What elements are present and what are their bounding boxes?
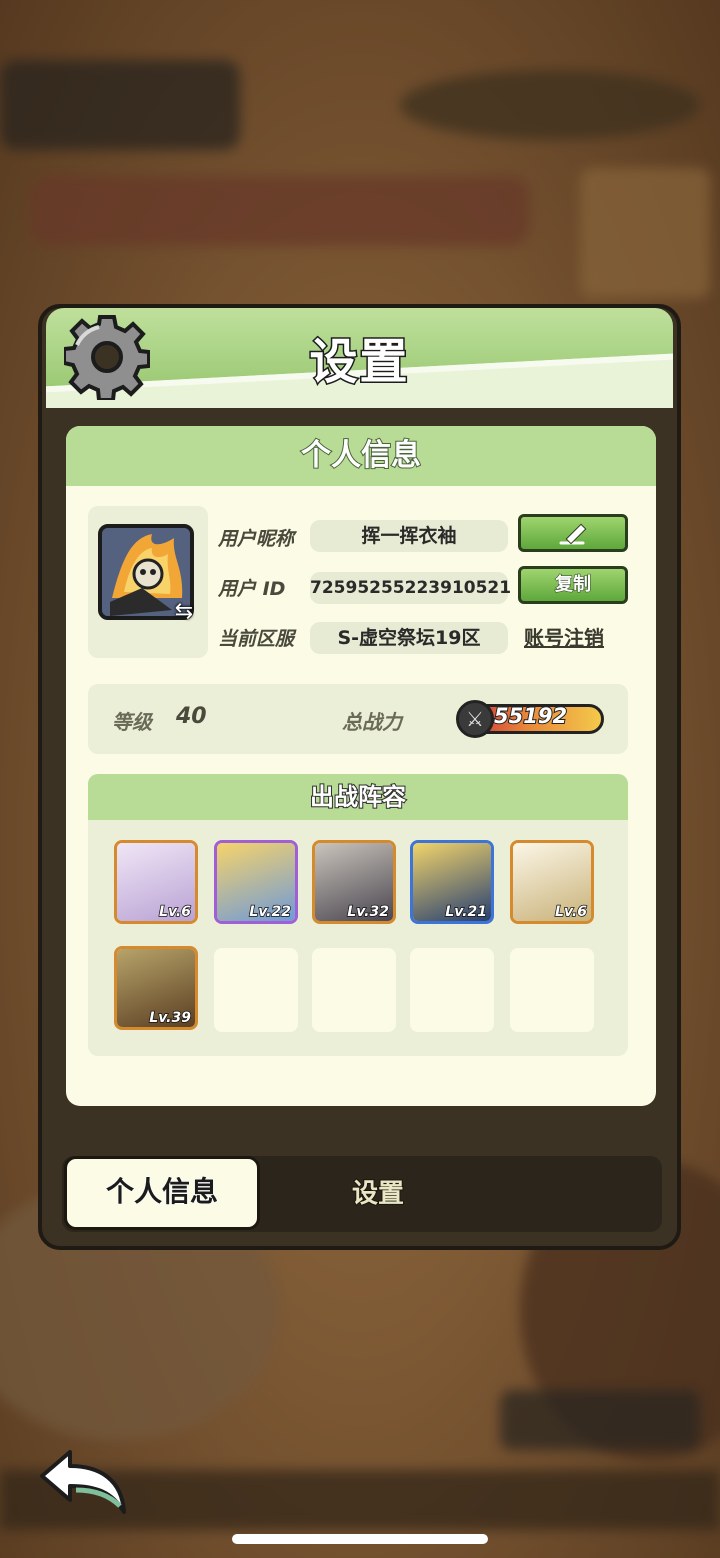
hero-level: Lv.21 — [445, 903, 488, 921]
crossed-swords-icon: ⚔ — [456, 700, 494, 738]
hero-slot[interactable]: Lv.6 — [510, 840, 594, 924]
empty-hero-slot[interactable] — [312, 948, 396, 1032]
cancel-account-link[interactable]: 账号注销 — [524, 622, 604, 651]
tab-bar: 个人信息 设置 — [62, 1156, 662, 1232]
empty-hero-slot[interactable] — [410, 948, 494, 1032]
power-badge: ⚔ 55192 — [456, 700, 606, 738]
nickname-value: 挥一挥衣袖 — [310, 520, 508, 552]
server-label: 当前区服 — [218, 628, 295, 650]
hero-slot[interactable]: Lv.21 — [410, 840, 494, 924]
hero-level: Lv.6 — [554, 903, 587, 921]
hero-level: Lv.39 — [149, 1009, 192, 1027]
lineup-header: 出战阵容 — [88, 774, 628, 820]
tab-settings[interactable]: 设置 — [298, 1156, 458, 1232]
hero-slot[interactable]: Lv.22 — [214, 840, 298, 924]
hero-slot[interactable]: Lv.39 — [114, 946, 198, 1030]
settings-panel: 设置 个人信息 ⇆ 用户昵称 挥一挥衣袖 用户 ID 7259525522391… — [38, 304, 681, 1250]
stats-bar: 等级 40 总战力 ⚔ 55192 — [88, 684, 628, 754]
empty-hero-slot[interactable] — [214, 948, 298, 1032]
level-label: 等级 — [112, 710, 152, 734]
swap-icon[interactable]: ⇆ — [170, 598, 198, 626]
personal-info-card: 个人信息 ⇆ 用户昵称 挥一挥衣袖 用户 ID 7259525522391052… — [66, 426, 656, 1106]
panel-title: 设置 — [308, 333, 410, 392]
pencil-icon — [559, 523, 587, 545]
battle-lineup: 出战阵容 Lv.6 Lv.22 Lv.32 Lv.21 Lv.6 Lv.39 — [88, 774, 628, 1056]
hero-level: Lv.22 — [249, 903, 292, 921]
avatar-box[interactable]: ⇆ — [88, 506, 208, 658]
back-arrow-icon[interactable] — [36, 1446, 132, 1522]
level-value: 40 — [176, 704, 207, 729]
hero-level: Lv.6 — [158, 903, 191, 921]
nickname-label: 用户昵称 — [218, 528, 295, 550]
user-id-value: 72595255223910521 — [310, 572, 511, 604]
edit-nickname-button[interactable] — [518, 514, 628, 552]
power-value: 55192 — [493, 703, 568, 729]
hero-level: Lv.32 — [347, 903, 390, 921]
user-id-label: 用户 ID — [218, 578, 286, 600]
power-label: 总战力 — [342, 710, 402, 734]
hero-slot[interactable]: Lv.6 — [114, 840, 198, 924]
tab-personal-info[interactable]: 个人信息 — [64, 1156, 260, 1230]
server-value: S-虚空祭坛19区 — [310, 622, 508, 654]
card-header: 个人信息 — [66, 426, 656, 486]
home-indicator[interactable] — [232, 1534, 488, 1544]
copy-id-button[interactable]: 复制 — [518, 566, 628, 604]
hero-slot[interactable]: Lv.32 — [312, 840, 396, 924]
empty-hero-slot[interactable] — [510, 948, 594, 1032]
